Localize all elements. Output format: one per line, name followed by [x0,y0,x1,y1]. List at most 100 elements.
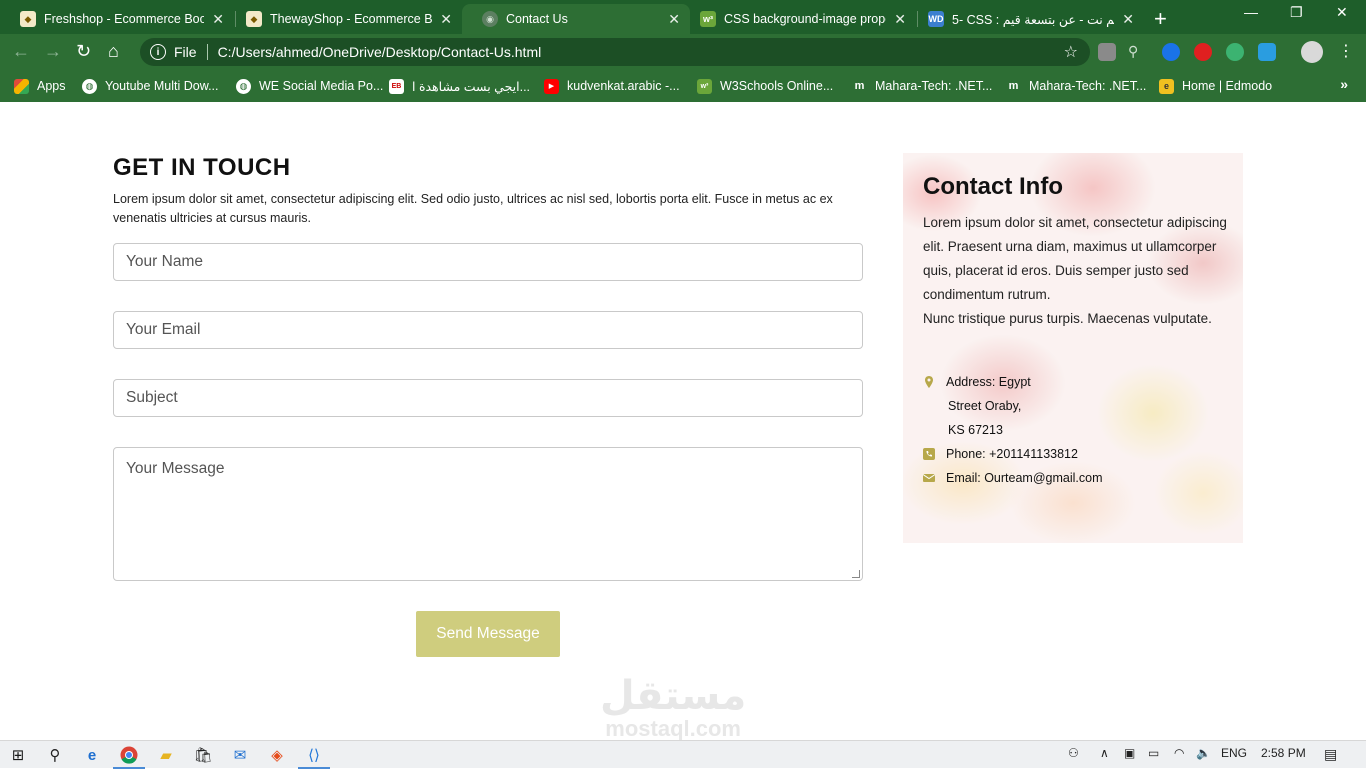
address-bar[interactable]: i File C:/Users/ahmed/OneDrive/Desktop/C… [140,38,1090,66]
clock[interactable]: 2:58 PM [1261,746,1306,760]
minimize-button[interactable]: — [1244,4,1258,20]
people-icon[interactable]: ⚇ [1068,746,1079,760]
edge-icon[interactable]: e [82,745,102,765]
watermark-arabic: مستقل [600,674,747,718]
email-placeholder: Your Email [126,321,201,338]
tab-css-arabic[interactable]: WD 5- CSS : عالم نت - عن بتسعة قيم ✕ [908,4,1144,34]
bookmark-star-icon[interactable]: ☆ [1064,42,1078,62]
tab-title: CSS background-image proper [724,12,887,26]
notifications-icon[interactable]: ▤ [1324,746,1337,763]
contact-info-text: Lorem ipsum dolor sit amet, consectetur … [923,211,1228,331]
avatar[interactable] [1301,41,1323,63]
bookmark-w3schools[interactable]: w³ W3Schools Online... [697,76,833,96]
message-textarea[interactable]: Your Message [113,447,863,581]
contact-info-title: Contact Info [923,173,1063,200]
store-icon[interactable]: 🛍 [193,745,213,765]
network-status-icon[interactable]: ▣ [1124,746,1135,760]
new-tab-button[interactable]: + [1154,6,1167,32]
extension-arrow-icon[interactable] [1258,43,1276,61]
url-text[interactable]: C:/Users/ahmed/OneDrive/Desktop/Contact-… [218,44,542,60]
tab-title: ThewayShop - Ecommerce Boo [270,12,433,26]
close-tab-icon[interactable]: ✕ [212,11,224,28]
contact-info-panel: Contact Info Lorem ipsum dolor sit amet,… [903,153,1243,543]
map-marker-icon [925,376,933,388]
email-text[interactable]: Email: Ourteam@gmail.com [946,471,1102,485]
tab-contact-us[interactable]: ◉ Contact Us ✕ [462,4,690,34]
address-line-1: Address: Egypt [946,375,1031,389]
mostaql-watermark: مستقل mostaql.com [600,674,746,740]
close-tab-icon[interactable]: ✕ [440,11,452,28]
close-tab-icon[interactable]: ✕ [668,11,680,28]
search-icon[interactable]: ⚲ [45,745,65,765]
maximize-button[interactable]: ❐ [1290,4,1303,21]
bookmark-youtube-multi[interactable]: ◍ Youtube Multi Dow... [82,76,219,96]
address-divider [206,44,208,60]
more-bookmarks-icon[interactable]: » [1340,76,1348,92]
back-arrow-icon[interactable]: ← [12,41,30,62]
adblock-icon[interactable] [1194,43,1212,61]
bookmark-label: W3Schools Online... [720,79,834,93]
home-icon[interactable]: ⌂ [108,41,119,62]
wifi-icon[interactable]: ◠ [1174,746,1184,760]
email-input[interactable]: Your Email [113,311,863,349]
mail-icon[interactable]: ✉ [230,745,250,765]
send-message-button[interactable]: Send Message [416,611,560,657]
tab-freshshop[interactable]: ◆ Freshshop - Ecommerce Bootst ✕ [0,4,234,34]
file-explorer-icon[interactable]: ▰ [156,745,176,765]
shop-favicon-icon: ◆ [246,11,262,27]
tab-strip: ◆ Freshshop - Ecommerce Bootst ✕ ◆ Thewa… [0,0,1366,34]
scheme-label: File [174,44,197,60]
globe-icon: ◉ [482,11,498,27]
close-window-button[interactable]: ✕ [1336,4,1348,21]
chrome-icon[interactable] [113,745,145,769]
browser-menu-icon[interactable]: ⋮ [1338,41,1354,61]
subject-placeholder: Subject [126,389,178,406]
egybest-icon: EB [389,78,404,94]
info-icon[interactable]: i [150,44,166,60]
bookmark-kudvenkat[interactable]: ▶ kudvenkat.arabic -... [544,76,680,96]
windows-taskbar: ⊞ ⚲ e ▰ 🛍 ✉ ◈ ⟨⟩ ⚇ ∧ ▣ ▭ ◠ 🔈 ENG 2:58 PM… [0,740,1366,769]
tab-title: 5- CSS : عالم نت - عن بتسعة قيم [952,12,1115,27]
tab-title: Freshshop - Ecommerce Bootst [44,12,205,26]
name-placeholder: Your Name [126,253,203,270]
reload-icon[interactable]: ↻ [76,41,91,62]
close-tab-icon[interactable]: ✕ [1122,11,1134,28]
resize-handle-icon[interactable] [852,570,860,578]
bookmark-label: ايجي بست مشاهدة ا... [412,79,531,94]
page-content: GET IN TOUCH Lorem ipsum dolor sit amet,… [0,102,1366,740]
vscode-icon[interactable]: ⟨⟩ [298,745,330,769]
bookmark-label: kudvenkat.arabic -... [567,79,680,93]
bookmark-mahara-1[interactable]: m Mahara-Tech: .NET... [852,76,993,96]
bookmark-apps[interactable]: Apps [14,76,66,96]
brave-icon[interactable]: ◈ [267,745,287,765]
shop-favicon-icon: ◆ [20,11,36,27]
browser-toolbar: ← → ↻ ⌂ i File C:/Users/ahmed/OneDrive/D… [0,34,1366,70]
pdf-extension-icon[interactable] [1098,43,1116,61]
bookmark-we-social[interactable]: ◍ WE Social Media Po... [236,76,383,96]
extension-blue-icon[interactable] [1162,43,1180,61]
windows-start-icon[interactable]: ⊞ [8,745,28,765]
close-tab-icon[interactable]: ✕ [894,11,906,28]
volume-icon[interactable]: 🔈 [1196,746,1211,760]
show-hidden-icons-icon[interactable]: ∧ [1100,746,1109,760]
bookmark-egybest[interactable]: EB ايجي بست مشاهدة ا... [389,76,530,96]
address-line-2: Street Oraby, [948,399,1022,413]
tab-thewayshop[interactable]: ◆ ThewayShop - Ecommerce Boo ✕ [226,4,462,34]
globe-icon: ◍ [236,78,251,94]
intro-text: Lorem ipsum dolor sit amet, consectetur … [113,192,833,225]
tab-css-background-image[interactable]: w³ CSS background-image proper ✕ [680,4,916,34]
contact-info-paragraph-2: Nunc tristique purus turpis. Maecenas vu… [923,311,1212,326]
watermark-latin: mostaql.com [605,716,741,741]
battery-icon[interactable]: ▭ [1148,746,1159,760]
forward-arrow-icon[interactable]: → [44,41,62,62]
language-indicator[interactable]: ENG [1221,746,1247,760]
extension-globe-icon[interactable] [1226,43,1244,61]
bookmark-label: Mahara-Tech: .NET... [875,79,993,93]
bookmark-mahara-2[interactable]: m Mahara-Tech: .NET... [1006,76,1147,96]
message-placeholder: Your Message [126,460,225,477]
envelope-icon [923,474,935,482]
location-pin-icon[interactable]: ⚲ [1128,43,1146,61]
name-input[interactable]: Your Name [113,243,863,281]
subject-input[interactable]: Subject [113,379,863,417]
bookmark-edmodo[interactable]: e Home | Edmodo [1159,76,1272,96]
